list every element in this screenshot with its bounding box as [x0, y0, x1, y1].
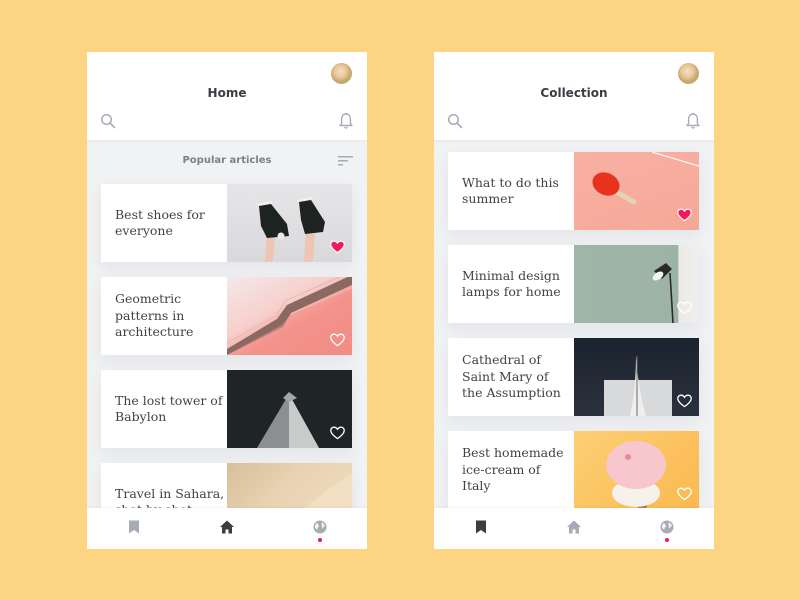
collection-screen: Collection What to do this summer Minima…: [434, 52, 714, 549]
bottom-tab-bar: [434, 508, 714, 549]
article-title: The lost tower of Babylon: [115, 392, 223, 425]
cathedral-photo: [574, 338, 699, 416]
tower-photo: [227, 370, 352, 448]
ping-pong-paddle-photo: [574, 152, 699, 230]
sort-icon[interactable]: [338, 155, 353, 166]
heart-icon[interactable]: [677, 487, 692, 501]
globe-icon: [313, 520, 326, 534]
article-card[interactable]: Best homemade ice-cream of Italy: [448, 431, 699, 509]
header: Collection: [434, 52, 714, 140]
tab-explore[interactable]: [273, 508, 366, 549]
article-title: Best shoes for everyone: [115, 206, 205, 239]
heart-icon[interactable]: [330, 426, 345, 440]
bookmark-icon: [475, 520, 486, 534]
article-title: Best homemade ice-cream of Italy: [462, 445, 564, 494]
bottom-tab-bar: [87, 508, 367, 549]
article-title: Minimal design lamps for home: [462, 267, 561, 300]
tab-bookmarks[interactable]: [87, 508, 180, 549]
tab-explore[interactable]: [620, 508, 713, 549]
article-card[interactable]: Minimal design lamps for home: [448, 245, 699, 323]
bookmark-icon: [128, 520, 139, 534]
search-icon[interactable]: [100, 113, 116, 129]
article-card[interactable]: Best shoes for everyone: [101, 184, 352, 262]
article-title: Geometric patterns in architecture: [115, 291, 194, 340]
heart-icon-filled[interactable]: [677, 208, 692, 222]
header: Home: [87, 52, 367, 140]
globe-icon: [660, 520, 673, 534]
page-title: Home: [207, 86, 247, 100]
home-icon: [566, 520, 581, 534]
section-header: Popular articles: [87, 152, 367, 170]
user-avatar[interactable]: [678, 63, 699, 84]
article-title: What to do this summer: [462, 174, 559, 207]
heart-icon[interactable]: [677, 301, 692, 315]
section-title: Popular articles: [182, 155, 272, 166]
home-screen: Home Popular articles Best shoes for eve…: [87, 52, 367, 549]
bell-icon[interactable]: [338, 112, 354, 130]
tab-home[interactable]: [180, 508, 273, 549]
heart-icon-filled[interactable]: [330, 240, 345, 254]
search-icon[interactable]: [447, 113, 463, 129]
article-card[interactable]: What to do this summer: [448, 152, 699, 230]
tab-home[interactable]: [527, 508, 620, 549]
home-icon: [219, 520, 234, 534]
notification-dot: [317, 538, 322, 542]
user-avatar[interactable]: [331, 63, 352, 84]
page-title: Collection: [540, 86, 608, 100]
article-card[interactable]: The lost tower of Babylon: [101, 370, 352, 448]
bell-icon[interactable]: [685, 112, 701, 130]
sneakers-photo: [227, 184, 352, 262]
heart-icon[interactable]: [677, 394, 692, 408]
notification-dot: [664, 538, 669, 542]
floor-lamp-photo: [574, 245, 699, 323]
ice-cream-photo: [574, 431, 699, 509]
tab-bookmarks[interactable]: [434, 508, 527, 549]
article-card[interactable]: Geometric patterns in architecture: [101, 277, 352, 355]
article-card[interactable]: Cathedral of Saint Mary of the Assumptio…: [448, 338, 699, 416]
pink-architecture-photo: [227, 277, 352, 355]
article-title: Cathedral of Saint Mary of the Assumptio…: [462, 352, 561, 401]
heart-icon[interactable]: [330, 333, 345, 347]
